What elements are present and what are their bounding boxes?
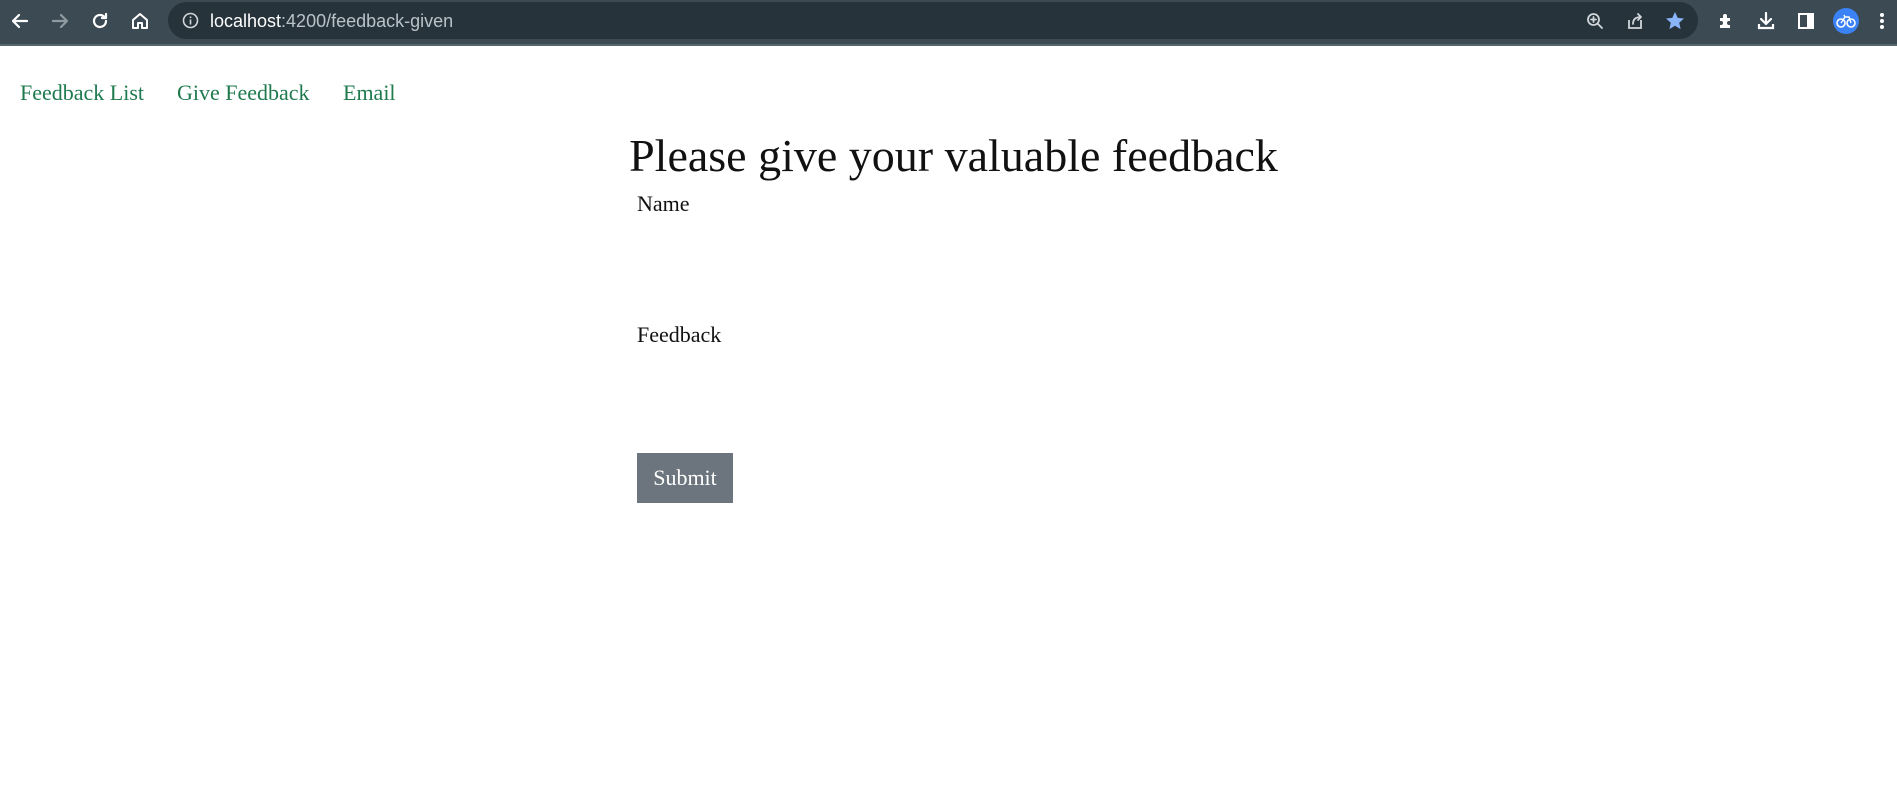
name-field[interactable]: [637, 228, 1257, 266]
home-icon[interactable]: [126, 7, 154, 35]
feedback-field[interactable]: [637, 359, 1257, 397]
submit-button[interactable]: Submit: [637, 453, 733, 503]
side-panel-icon[interactable]: [1792, 7, 1820, 35]
star-icon[interactable]: [1664, 10, 1686, 32]
nav-link-give-feedback[interactable]: Give Feedback: [177, 80, 310, 106]
page-title: Please give your valuable feedback: [629, 130, 1278, 181]
nav-link-email[interactable]: Email: [343, 80, 396, 106]
zoom-icon[interactable]: [1584, 10, 1606, 32]
page-content: Feedback List Give Feedback Email Please…: [0, 46, 1897, 799]
url-host: localhost: [210, 11, 282, 31]
download-icon[interactable]: [1752, 7, 1780, 35]
extensions-icon[interactable]: [1712, 7, 1740, 35]
back-icon[interactable]: [6, 7, 34, 35]
nav-link-feedback-list[interactable]: Feedback List: [20, 80, 144, 106]
menu-icon[interactable]: [1868, 7, 1896, 35]
url-text[interactable]: localhost:4200/feedback-given: [210, 11, 453, 31]
profile-avatar[interactable]: [1832, 7, 1860, 35]
feedback-label: Feedback: [637, 322, 722, 347]
url-path: :4200/feedback-given: [281, 11, 454, 31]
browser-toolbar: localhost:4200/feedback-given: [0, 0, 1897, 46]
share-icon[interactable]: [1624, 10, 1646, 32]
name-label: Name: [637, 191, 690, 216]
reload-icon[interactable]: [86, 7, 114, 35]
address-bar[interactable]: localhost:4200/feedback-given: [168, 2, 1698, 39]
forward-icon[interactable]: [46, 7, 74, 35]
info-icon[interactable]: [182, 12, 199, 29]
